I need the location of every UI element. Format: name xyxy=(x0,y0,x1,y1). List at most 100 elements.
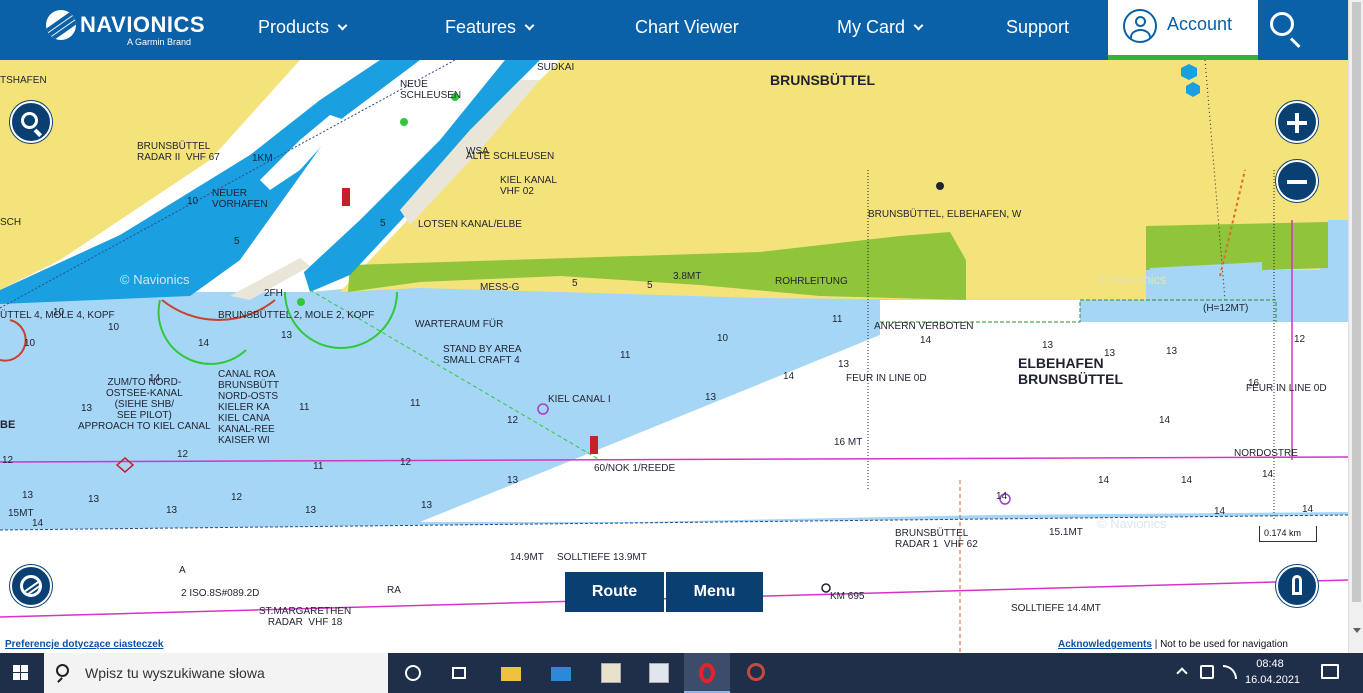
nav-features[interactable]: Features xyxy=(445,0,535,56)
navigation-mode-button[interactable] xyxy=(1276,565,1318,607)
depth-sounding: 12 xyxy=(1294,334,1306,345)
chart-label: NORDOSTRE xyxy=(1234,448,1298,459)
notepad-icon xyxy=(649,663,669,683)
nav-support[interactable]: Support xyxy=(1006,0,1069,56)
wifi-icon[interactable] xyxy=(1223,665,1237,679)
chart-label: BRUNSBÜTTEL, ELBEHAFEN, W xyxy=(868,209,1022,220)
clock-time: 08:48 xyxy=(1256,658,1284,670)
chart-label: SUDKAI xyxy=(537,62,575,73)
chart-label: 1KM xyxy=(252,153,273,164)
depth-sounding: 11 xyxy=(299,402,310,413)
depth-sounding: 10 xyxy=(24,338,36,349)
chart-label: ALTE SCHLEUSEN xyxy=(466,151,555,162)
nav-chart-viewer[interactable]: Chart Viewer xyxy=(635,0,739,56)
account-button[interactable]: Account xyxy=(1108,0,1258,60)
map-search-button[interactable] xyxy=(10,101,52,143)
windows-taskbar: Wpisz tu wyszukiwane słowa 08:48 16.04.2… xyxy=(0,653,1363,693)
paint-app-button[interactable] xyxy=(588,653,634,693)
task-view-button[interactable] xyxy=(437,653,483,693)
chart-label: BRUNSBÜTTEL RADAR II VHF 67 xyxy=(137,141,220,163)
navionics-logo-icon xyxy=(20,575,42,597)
chart-label: 2 ISO.8S#089.2D xyxy=(181,588,260,599)
battery-icon[interactable] xyxy=(1200,665,1214,679)
chart-label: 3.8MT xyxy=(673,271,702,282)
menu-button[interactable]: Menu xyxy=(666,572,763,612)
zoom-out-button[interactable] xyxy=(1276,160,1318,202)
logo-subtitle: A Garmin Brand xyxy=(127,37,192,47)
system-clock[interactable]: 08:48 16.04.2021 xyxy=(1245,656,1300,688)
chart-label: BRUNSBÜTTEL RADAR 1 VHF 62 xyxy=(895,528,978,550)
chart-label: BE xyxy=(0,419,16,431)
chart-label: KIEL KANAL VHF 02 xyxy=(500,175,557,197)
chart-label: SCH xyxy=(0,217,22,228)
cookie-preferences-link[interactable]: Preferencje dotyczące ciasteczek xyxy=(5,639,163,650)
nav-products[interactable]: Products xyxy=(258,0,348,56)
search-button[interactable] xyxy=(1268,10,1304,49)
logo-text: NAVIONICS xyxy=(80,12,206,37)
depth-sounding: 13 xyxy=(507,475,519,486)
task-view-icon xyxy=(452,667,466,679)
depth-sounding: 14 xyxy=(1214,506,1226,517)
depth-sounding: 12 xyxy=(177,449,189,460)
opera-browser-button[interactable] xyxy=(684,653,730,693)
navionics-logo[interactable]: NAVIONICS A Garmin Brand xyxy=(46,10,206,50)
notepad-app-button[interactable] xyxy=(636,653,682,693)
depth-sounding: 14 xyxy=(149,373,161,384)
navionics-logo-icon xyxy=(46,10,76,40)
chart-label: ZUM/TO NORD- OSTSEE-KANAL (SIEHE SHB/ SE… xyxy=(78,377,211,432)
acknowledgements-link[interactable]: Acknowledgements xyxy=(1058,639,1152,650)
app-button[interactable] xyxy=(734,653,780,693)
chart-map[interactable]: BRUNSBÜTTEL ELBEHAFEN BRUNSBÜTTEL TSHAFE… xyxy=(0,60,1348,653)
chart-label: NEUER VORHAFEN xyxy=(212,188,268,210)
scale-bar: 0.174 km xyxy=(1259,526,1317,542)
depth-sounding: 14 xyxy=(996,491,1008,502)
depth-sounding: 13 xyxy=(1104,348,1116,359)
chart-label: CANAL ROA BRUNSBÜTT NORD-OSTS KIELER KA … xyxy=(218,369,280,446)
depth-sounding: 13 xyxy=(421,500,433,511)
nav-my-card[interactable]: My Card xyxy=(837,0,924,56)
watermark: © Navionics xyxy=(120,272,190,287)
depth-sounding: 13 xyxy=(705,392,717,403)
taskbar-search-box[interactable]: Wpisz tu wyszukiwane słowa xyxy=(44,653,388,693)
depth-sounding: 14 xyxy=(32,518,44,529)
chevron-down-icon xyxy=(337,20,348,31)
depth-sounding: 5 xyxy=(647,280,653,291)
depth-sounding: 12 xyxy=(400,457,412,468)
chart-label: ST.MARGARETHEN RADAR VHF 18 xyxy=(259,606,352,628)
depth-sounding: 5 xyxy=(234,236,240,247)
depth-sounding: 5 xyxy=(572,278,578,289)
tray-overflow-chevron-icon[interactable] xyxy=(1176,667,1188,679)
account-label: Account xyxy=(1167,14,1233,34)
top-navigation-bar: NAVIONICS A Garmin Brand Products Featur… xyxy=(0,0,1348,60)
nav-features-label: Features xyxy=(445,17,517,37)
start-button[interactable] xyxy=(0,653,42,693)
route-button[interactable]: Route xyxy=(565,572,664,612)
chart-label: NEUE SCHLEUSEN xyxy=(400,79,462,101)
depth-sounding: 5 xyxy=(380,218,386,229)
depth-sounding: 14 xyxy=(1098,475,1110,486)
chart-label: 15MT xyxy=(8,508,34,519)
nav-chart-viewer-label: Chart Viewer xyxy=(635,17,739,37)
chart-label: SOLLTIEFE 14.4MT xyxy=(1011,603,1101,614)
depth-sounding: 14 xyxy=(1181,475,1193,486)
scroll-down-arrow-icon[interactable] xyxy=(1353,628,1361,633)
scrollbar-thumb[interactable] xyxy=(1352,2,1361,602)
notification-center-icon[interactable] xyxy=(1321,664,1339,679)
page-scrollbar[interactable] xyxy=(1348,0,1363,653)
file-explorer-button[interactable] xyxy=(488,653,534,693)
depth-sounding: 11 xyxy=(832,314,843,325)
search-icon xyxy=(1270,12,1294,36)
search-icon xyxy=(56,664,69,677)
cortana-button[interactable] xyxy=(390,653,436,693)
chart-label: 14.9MT xyxy=(510,552,544,563)
depth-sounding: 13 xyxy=(1042,340,1054,351)
depth-sounding: 11 xyxy=(620,350,631,361)
map-layers-button[interactable] xyxy=(10,565,52,607)
chart-label: 15.1MT xyxy=(1049,527,1083,538)
depth-sounding: 14 xyxy=(1302,504,1314,515)
mail-button[interactable] xyxy=(538,653,584,693)
depth-sounding: 13 xyxy=(281,330,293,341)
search-icon xyxy=(21,112,38,129)
opera-icon xyxy=(699,663,715,683)
zoom-in-button[interactable] xyxy=(1276,101,1318,143)
